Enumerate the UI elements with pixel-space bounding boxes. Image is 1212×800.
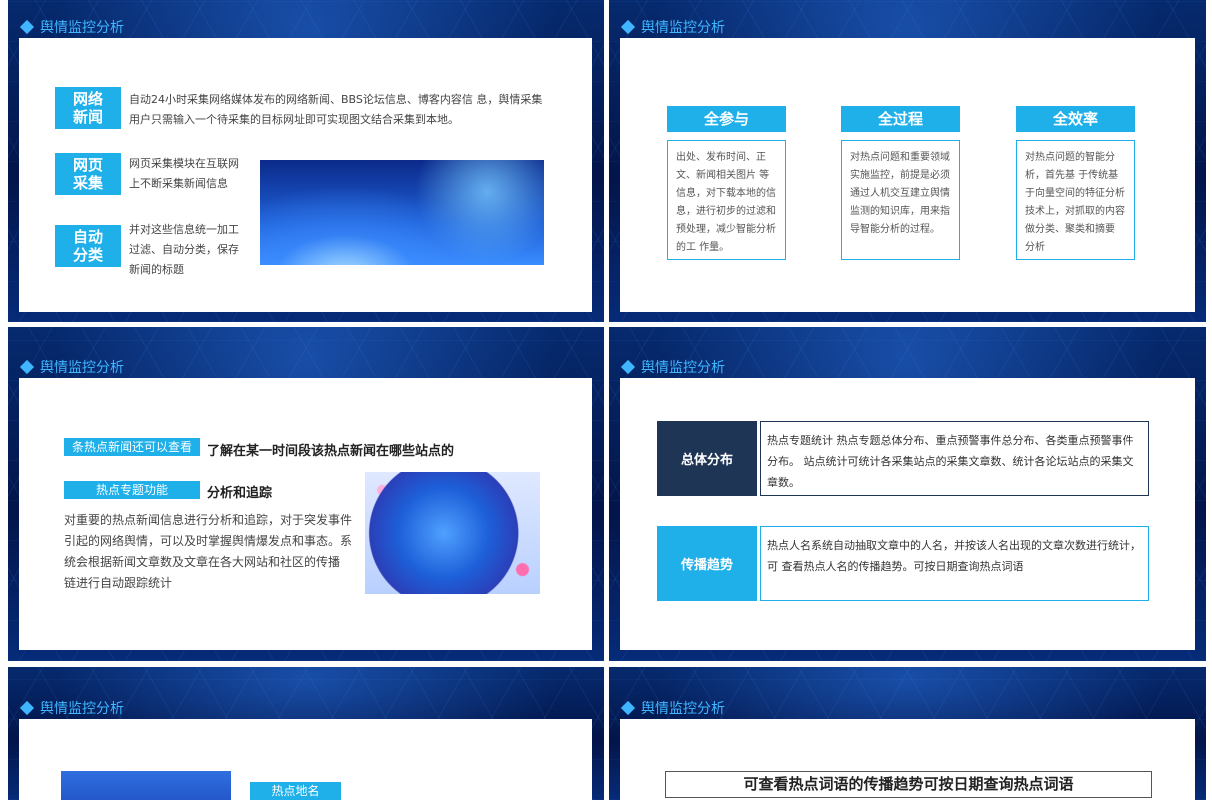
tag-classify: 自动 分类 — [55, 225, 121, 267]
city-network-image — [260, 160, 544, 265]
slide-title: 舆情监控分析 — [620, 17, 725, 37]
text-classify: 并对这些信息统一加工过滤、自动分类，保存新闻的标题 — [129, 223, 239, 276]
block-overall-distribution: 总体分布 — [657, 421, 757, 496]
text-analysis-tracking: 分析和追踪 — [207, 486, 273, 501]
content-panel: 可查看热点词语的传播趋势可按日期查询热点词语 — [620, 719, 1195, 800]
card-body-process: 对热点问题和重要领域实施监控，前提是必须通过人机交互建立舆情 监测的知识库，用来… — [841, 140, 960, 260]
tag-collect: 网页 采集 — [55, 153, 121, 195]
content-panel: 条热点新闻还可以查看 了解在某一时间段该热点新闻在哪些站点的 热点专题功能 分析… — [19, 378, 592, 650]
text-overall-distribution: 热点专题统计 热点专题总体分布、重点预警事件总分布、各类重点预警事件分布。 站点… — [760, 421, 1149, 496]
heading-hot-words: 可查看热点词语的传播趋势可按日期查询热点词语 — [665, 771, 1152, 798]
slide-5: 舆情监控分析 热点地名 — [8, 667, 604, 800]
globe-image — [365, 472, 540, 594]
text-collect: 网页采集模块在互联网上不断采集新闻信息 — [129, 157, 239, 190]
tag-news: 网络 新闻 — [55, 87, 121, 129]
text-spread-trend: 热点人名系统自动抽取文章中的人名，并按该人名出现的文章次数进行统计，可 查看热点… — [760, 526, 1149, 601]
label-hot-place: 热点地名 — [250, 782, 341, 800]
slide-title: 舆情监控分析 — [19, 357, 124, 377]
blue-image — [61, 771, 231, 800]
slide-1: 舆情监控分析 网络 新闻 自动24小时采集网络媒体发布的网络新闻、BBS论坛信息… — [8, 0, 604, 322]
block-spread-trend: 传播趋势 — [657, 526, 757, 601]
slide-title: 舆情监控分析 — [19, 698, 124, 718]
label-topic-function: 热点专题功能 — [64, 481, 200, 499]
diamond-icon — [19, 359, 35, 375]
text-news: 自动24小时采集网络媒体发布的网络新闻、BBS论坛信息、博客内容信 息，舆情采集… — [129, 93, 543, 126]
card-head-process: 全过程 — [841, 106, 960, 132]
text-hot-news-sites: 了解在某一时间段该热点新闻在哪些站点的 — [207, 444, 455, 459]
content-panel: 网络 新闻 自动24小时采集网络媒体发布的网络新闻、BBS论坛信息、博客内容信 … — [19, 38, 592, 312]
card-head-efficiency: 全效率 — [1016, 106, 1135, 132]
slide-4: 舆情监控分析 总体分布 热点专题统计 热点专题总体分布、重点预警事件总分布、各类… — [609, 327, 1206, 661]
diamond-icon — [620, 359, 636, 375]
card-head-participation: 全参与 — [667, 106, 786, 132]
content-panel: 热点地名 — [19, 719, 592, 800]
slide-2: 舆情监控分析 全参与 出处、发布时间、正文、新闻相关图片 等信息，对下载本地的信… — [609, 0, 1206, 322]
card-body-efficiency: 对热点问题的智能分析，首先基 于传统基于向量空间的特征分析技术上，对抓取的内容做… — [1016, 140, 1135, 260]
paragraph-tracking: 对重要的热点新闻信息进行分析和追踪，对于突发事件引起的网络舆情，可以及时掌握舆情… — [64, 513, 353, 590]
diamond-icon — [19, 19, 35, 35]
slide-title: 舆情监控分析 — [620, 698, 725, 718]
slide-title: 舆情监控分析 — [19, 17, 124, 37]
slide-title: 舆情监控分析 — [620, 357, 725, 377]
label-hot-news: 条热点新闻还可以查看 — [64, 438, 200, 456]
slide-6: 舆情监控分析 可查看热点词语的传播趋势可按日期查询热点词语 — [609, 667, 1206, 800]
diamond-icon — [19, 700, 35, 716]
card-body-participation: 出处、发布时间、正文、新闻相关图片 等信息，对下载本地的信息，进行初步的过滤和预… — [667, 140, 786, 260]
diamond-icon — [620, 19, 636, 35]
content-panel: 全参与 出处、发布时间、正文、新闻相关图片 等信息，对下载本地的信息，进行初步的… — [620, 38, 1195, 312]
content-panel: 总体分布 热点专题统计 热点专题总体分布、重点预警事件总分布、各类重点预警事件分… — [620, 378, 1195, 650]
slide-3: 舆情监控分析 条热点新闻还可以查看 了解在某一时间段该热点新闻在哪些站点的 热点… — [8, 327, 604, 661]
diamond-icon — [620, 700, 636, 716]
